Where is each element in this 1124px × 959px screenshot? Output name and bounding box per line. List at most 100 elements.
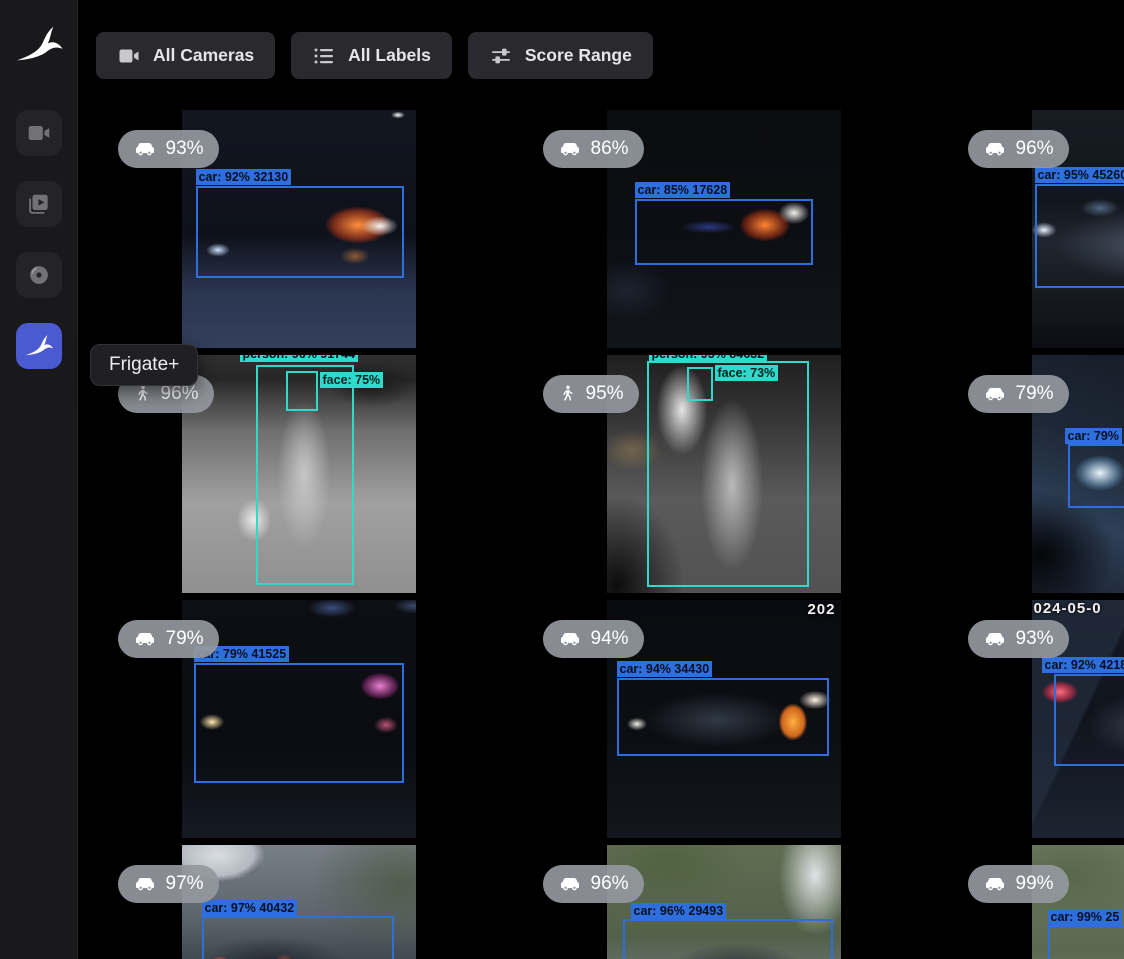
face-bounding-box xyxy=(687,367,713,401)
detection-thumbnail[interactable]: car: 94% 34430 202 94% xyxy=(607,600,841,838)
score-badge: 96% xyxy=(968,130,1069,168)
score-badge: 97% xyxy=(118,865,219,903)
detection-label: car: 85% 17628 xyxy=(635,182,731,198)
score-value: 86% xyxy=(591,138,629,160)
score-badge: 79% xyxy=(118,620,219,658)
bounding-box xyxy=(623,919,833,959)
car-icon xyxy=(983,137,1007,161)
score-badge: 94% xyxy=(543,620,644,658)
detection-thumbnail[interactable]: person: 96% 91744 face: 75% 96% xyxy=(182,355,416,593)
frigate-logo-icon xyxy=(14,22,64,68)
frigate-plus-tooltip: Frigate+ xyxy=(90,344,198,386)
detection-thumbnail[interactable]: car: 79% 79% xyxy=(1032,355,1124,593)
detection-thumbnail[interactable]: car: 96% 29493 96% xyxy=(607,845,841,959)
sidebar xyxy=(0,0,78,959)
score-value: 94% xyxy=(591,628,629,650)
score-value: 96% xyxy=(1016,138,1054,160)
person-icon xyxy=(558,383,577,405)
detection-thumbnail[interactable]: car: 85% 17628 86% xyxy=(607,110,841,348)
car-icon xyxy=(983,627,1007,651)
bounding-box xyxy=(196,186,404,278)
detection-thumbnail[interactable]: car: 95% 45260 96% xyxy=(1032,110,1124,348)
detection-thumbnail[interactable]: car: 79% 41525 79% xyxy=(182,600,416,838)
score-badge: 93% xyxy=(968,620,1069,658)
score-badge: 79% xyxy=(968,375,1069,413)
snapshot-image: car: 96% 29493 xyxy=(607,845,841,959)
sidebar-item-export[interactable] xyxy=(16,252,62,298)
export-disc-icon xyxy=(26,262,52,288)
camera-icon xyxy=(26,120,52,146)
all-cameras-filter-button[interactable]: All Cameras xyxy=(96,32,275,79)
detection-label: car: 95% 45260 xyxy=(1035,167,1124,183)
detection-thumbnail[interactable]: person: 95% 84632 face: 73% 95% xyxy=(607,355,841,593)
bounding-box xyxy=(647,361,809,587)
car-icon xyxy=(133,137,157,161)
score-value: 96% xyxy=(161,383,199,405)
score-badge: 86% xyxy=(543,130,644,168)
car-icon xyxy=(558,872,582,896)
camera-icon xyxy=(117,44,141,68)
filter-label: Score Range xyxy=(525,45,632,66)
list-icon xyxy=(312,44,336,68)
car-icon xyxy=(133,627,157,651)
car-icon xyxy=(133,872,157,896)
review-icon xyxy=(26,191,52,217)
face-label: face: 75% xyxy=(320,372,384,388)
score-badge: 99% xyxy=(968,865,1069,903)
bounding-box xyxy=(1048,925,1124,959)
filter-toolbar: All Cameras All Labels Score Range xyxy=(96,32,653,79)
person-icon xyxy=(133,383,152,405)
detection-thumbnail[interactable]: car: 92% 32130 93% xyxy=(182,110,416,348)
detection-thumbnail[interactable]: car: 99% 25 99% xyxy=(1032,845,1124,959)
bounding-box xyxy=(1068,444,1124,508)
snapshot-image: person: 95% 84632 face: 73% xyxy=(607,355,841,593)
score-value: 99% xyxy=(1016,873,1054,895)
sidebar-item-live[interactable] xyxy=(16,110,62,156)
detection-thumbnail[interactable]: car: 92% 4218 024-05-0 93% xyxy=(1032,600,1124,838)
score-badge: 95% xyxy=(543,375,639,413)
car-icon xyxy=(983,872,1007,896)
face-label: face: 73% xyxy=(715,365,779,381)
score-value: 97% xyxy=(166,873,204,895)
bounding-box xyxy=(194,663,404,783)
score-value: 93% xyxy=(1016,628,1054,650)
bounding-box xyxy=(1054,674,1124,766)
snapshot-image: person: 96% 91744 face: 75% xyxy=(182,355,416,593)
score-value: 96% xyxy=(591,873,629,895)
sidebar-item-review[interactable] xyxy=(16,181,62,227)
score-value: 95% xyxy=(586,383,624,405)
snapshot-image: car: 97% 40432 xyxy=(182,845,416,959)
sidebar-item-frigate-plus[interactable] xyxy=(16,323,62,369)
filter-label: All Labels xyxy=(348,45,431,66)
score-value: 79% xyxy=(1016,383,1054,405)
filter-label: All Cameras xyxy=(153,45,254,66)
detection-thumbnail[interactable]: car: 97% 40432 97% xyxy=(182,845,416,959)
face-bounding-box xyxy=(286,371,318,411)
car-icon xyxy=(558,627,582,651)
frigate-plus-icon xyxy=(24,333,54,359)
car-icon xyxy=(983,382,1007,406)
score-range-filter-button[interactable]: Score Range xyxy=(468,32,653,79)
camera-timestamp: 202 xyxy=(807,601,835,618)
detection-label: car: 96% 29493 xyxy=(631,903,727,919)
camera-timestamp: 024-05-0 xyxy=(1034,600,1102,617)
all-labels-filter-button[interactable]: All Labels xyxy=(291,32,452,79)
detection-label: person: 96% 91744 xyxy=(240,355,359,362)
detection-label: person: 95% 84632 xyxy=(649,355,768,362)
detections-grid: car: 92% 32130 93% car: 85% 17628 xyxy=(86,110,1124,959)
score-badge: 93% xyxy=(118,130,219,168)
bounding-box xyxy=(635,199,813,265)
sliders-icon xyxy=(489,44,513,68)
car-icon xyxy=(558,137,582,161)
detection-label: car: 99% 25 xyxy=(1048,909,1123,925)
bounding-box xyxy=(202,916,394,959)
bounding-box xyxy=(617,678,829,756)
detection-label: car: 92% 4218 xyxy=(1042,657,1124,673)
detection-label: car: 79% xyxy=(1065,428,1122,444)
score-value: 79% xyxy=(166,628,204,650)
score-value: 93% xyxy=(166,138,204,160)
detection-label: car: 94% 34430 xyxy=(617,661,713,677)
score-badge: 96% xyxy=(543,865,644,903)
bounding-box xyxy=(1035,184,1124,288)
detection-label: car: 92% 32130 xyxy=(196,169,292,185)
